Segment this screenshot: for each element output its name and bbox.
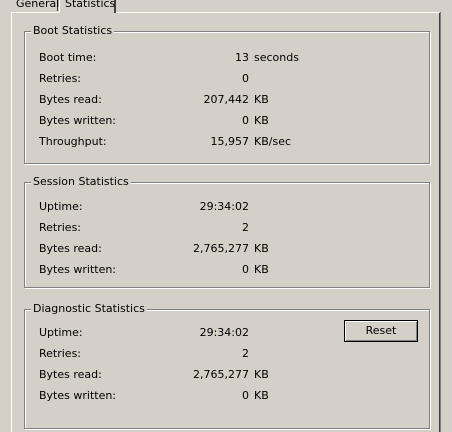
session-retries-label: Retries: — [39, 221, 82, 234]
session-statistics-group: Session Statistics Uptime: 29:34:02 Retr… — [24, 175, 430, 288]
boot-bytes-written-unit: KB — [254, 114, 269, 127]
diagnostic-statistics-title: Diagnostic Statistics — [31, 302, 147, 316]
boot-time-value: 13 — [235, 51, 249, 64]
diagnostic-bytes-written-row: Bytes written: 0 KB — [39, 389, 429, 403]
diagnostic-bytes-read-row: Bytes read: 2,765,277 KB — [39, 368, 429, 382]
boot-time-label: Boot time: — [39, 51, 97, 64]
boot-statistics-title: Boot Statistics — [31, 24, 115, 38]
session-bytes-written-unit: KB — [254, 263, 269, 276]
tab-general[interactable]: General — [11, 0, 59, 11]
session-bytes-read-unit: KB — [254, 242, 269, 255]
diagnostic-retries-label: Retries: — [39, 347, 82, 360]
tab-statistics[interactable]: Statistics — [59, 0, 116, 13]
boot-retries-row: Retries: 0 — [39, 72, 429, 86]
boot-bytes-read-value: 207,442 — [203, 93, 250, 106]
boot-retries-value: 0 — [242, 72, 249, 85]
diagnostic-retries-value: 2 — [242, 347, 249, 360]
session-bytes-written-value: 0 — [242, 263, 249, 276]
boot-throughput-row: Throughput: 15,957 KB/sec — [39, 135, 429, 149]
boot-bytes-written-label: Bytes written: — [39, 114, 117, 127]
boot-bytes-written-row: Bytes written: 0 KB — [39, 114, 429, 128]
boot-throughput-unit: KB/sec — [254, 135, 292, 148]
session-bytes-written-label: Bytes written: — [39, 263, 117, 276]
diagnostic-bytes-written-value: 0 — [242, 389, 249, 402]
diagnostic-bytes-written-label: Bytes written: — [39, 389, 117, 402]
boot-time-row: Boot time: 13 seconds — [39, 51, 429, 65]
diagnostic-retries-row: Retries: 2 — [39, 347, 429, 361]
diagnostic-uptime-value: 29:34:02 — [199, 326, 249, 339]
session-uptime-value: 29:34:02 — [199, 200, 249, 213]
boot-bytes-read-unit: KB — [254, 93, 269, 106]
diagnostic-uptime-row: Uptime: 29:34:02 — [39, 326, 429, 340]
session-retries-row: Retries: 2 — [39, 221, 429, 235]
session-uptime-label: Uptime: — [39, 200, 83, 213]
diagnostic-bytes-read-unit: KB — [254, 368, 269, 381]
diagnostic-bytes-read-label: Bytes read: — [39, 368, 102, 381]
session-bytes-written-row: Bytes written: 0 KB — [39, 263, 429, 277]
boot-statistics-group: Boot Statistics Boot time: 13 seconds Re… — [24, 24, 430, 164]
boot-bytes-read-row: Bytes read: 207,442 KB — [39, 93, 429, 107]
session-statistics-title: Session Statistics — [31, 175, 131, 189]
boot-retries-label: Retries: — [39, 72, 82, 85]
session-bytes-read-value: 2,765,277 — [193, 242, 249, 255]
session-bytes-read-row: Bytes read: 2,765,277 KB — [39, 242, 429, 256]
session-uptime-row: Uptime: 29:34:02 — [39, 200, 429, 214]
diagnostic-uptime-label: Uptime: — [39, 326, 83, 339]
boot-bytes-written-value: 0 — [242, 114, 249, 127]
diagnostic-statistics-group: Diagnostic Statistics Reset Uptime: 29:3… — [24, 302, 430, 429]
boot-time-unit: seconds — [254, 51, 299, 64]
boot-bytes-read-label: Bytes read: — [39, 93, 102, 106]
boot-throughput-label: Throughput: — [39, 135, 107, 148]
session-retries-value: 2 — [242, 221, 249, 234]
boot-throughput-value: 15,957 — [210, 135, 250, 148]
session-bytes-read-label: Bytes read: — [39, 242, 102, 255]
diagnostic-bytes-read-value: 2,765,277 — [193, 368, 249, 381]
diagnostic-bytes-written-unit: KB — [254, 389, 269, 402]
